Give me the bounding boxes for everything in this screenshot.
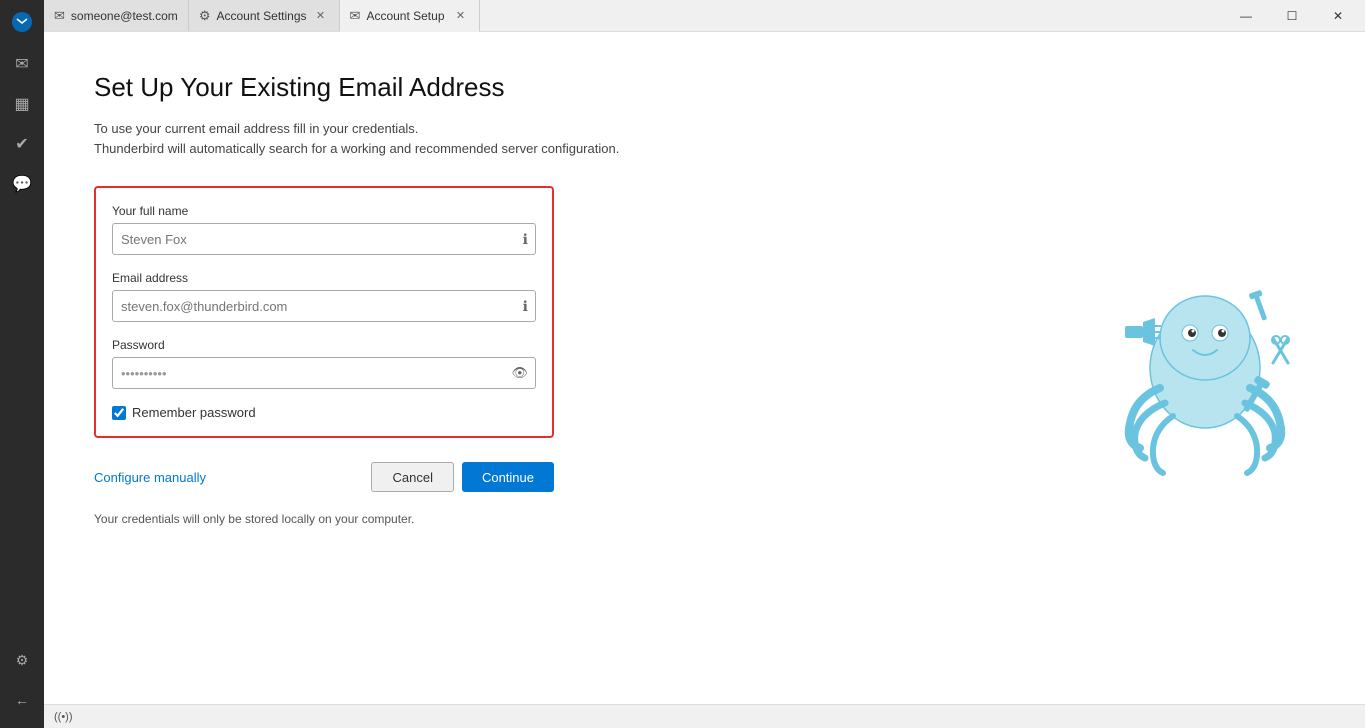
app-logo [0,0,44,44]
continue-button[interactable]: Continue [462,462,554,492]
tab-account-settings[interactable]: ⚙ Account Settings ✕ [189,0,340,31]
email-label: Email address [112,271,536,285]
full-name-field-group: Your full name ℹ [112,204,536,255]
remember-password-checkbox[interactable] [112,406,126,420]
full-name-info-icon[interactable]: ℹ [523,231,528,248]
footer-note: Your credentials will only be stored loc… [94,512,995,526]
email-info-icon[interactable]: ℹ [523,298,528,315]
email-sidebar-icon[interactable]: ✉ [0,44,44,84]
tab-setup-close[interactable]: ✕ [453,8,469,24]
tab-setup-label: Account Setup [366,9,446,23]
credentials-form-box: Your full name ℹ Email address ℹ [94,186,554,438]
tabs-container: ✉ someone@test.com ⚙ Account Settings ✕ … [44,0,1219,31]
settings-sidebar-icon[interactable]: ⚙ [0,640,44,680]
tab-setup-icon: ✉ [350,8,361,24]
back-sidebar-icon[interactable]: ← [0,680,44,720]
wifi-icon: ((•)) [54,711,73,723]
email-field-group: Email address ℹ [112,271,536,322]
full-name-label: Your full name [112,204,536,218]
email-input-wrapper: ℹ [112,290,536,322]
chat-sidebar-icon[interactable]: 💬 [0,164,44,204]
tab-email-icon: ✉ [54,8,65,24]
password-label: Password [112,338,536,352]
illustration-area [1045,32,1365,704]
titlebar: ✉ someone@test.com ⚙ Account Settings ✕ … [44,0,1365,32]
tab-email-label: someone@test.com [71,9,178,23]
full-name-input[interactable] [112,223,536,255]
full-name-input-wrapper: ℹ [112,223,536,255]
tab-settings-label: Account Settings [216,9,306,23]
password-input-wrapper: 👁 [112,357,536,389]
tab-account-setup[interactable]: ✉ Account Setup ✕ [340,0,480,32]
remember-password-label: Remember password [132,405,256,420]
password-field-group: Password 👁 [112,338,536,389]
main-content: Set Up Your Existing Email Address To us… [44,32,1045,704]
minimize-button[interactable]: — [1223,0,1269,32]
tab-email[interactable]: ✉ someone@test.com [44,0,189,31]
configure-manually-link[interactable]: Configure manually [94,470,363,485]
email-input[interactable] [112,290,536,322]
password-input[interactable] [112,357,536,389]
tab-settings-close[interactable]: ✕ [313,8,329,24]
main-window: ✉ someone@test.com ⚙ Account Settings ✕ … [44,0,1365,728]
calendar-sidebar-icon[interactable]: ▦ [0,84,44,124]
maximize-button[interactable]: ☐ [1269,0,1315,32]
statusbar: ((•)) [44,704,1365,728]
content-area: Set Up Your Existing Email Address To us… [44,32,1365,704]
cancel-button[interactable]: Cancel [371,462,453,492]
octopus-illustration [1105,258,1305,478]
actions-row: Configure manually Cancel Continue [94,462,554,492]
remember-password-row: Remember password [112,405,536,420]
tab-settings-icon: ⚙ [199,8,211,24]
tasks-sidebar-icon[interactable]: ✔ [0,124,44,164]
close-button[interactable]: ✕ [1315,0,1361,32]
password-toggle-icon[interactable]: 👁 [511,365,528,381]
page-subtitle-1: To use your current email address fill i… [94,119,995,158]
sidebar: ✉ ▦ ✔ 💬 ⚙ ← [0,0,44,728]
page-title: Set Up Your Existing Email Address [94,72,995,103]
window-controls: — ☐ ✕ [1219,0,1365,32]
